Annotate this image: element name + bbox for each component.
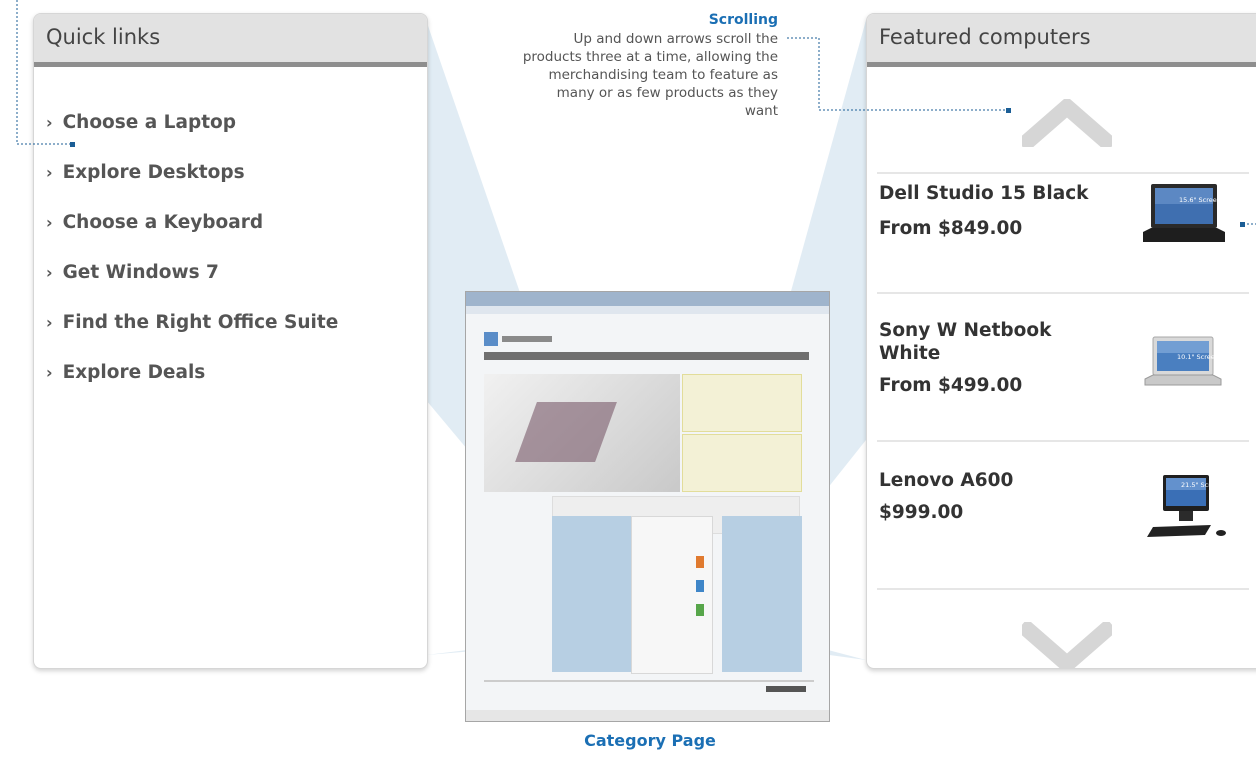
product-price: From $849.00: [879, 218, 1023, 239]
thumb-footer-rule: [484, 680, 814, 682]
laptop-icon: 15.6" Screen: [1143, 184, 1225, 242]
thumb-featured-computers: [722, 516, 802, 672]
chevron-right-icon: ›: [46, 113, 53, 132]
chevron-down-icon: [1022, 622, 1112, 668]
chevron-right-icon: ›: [46, 363, 53, 382]
thumb-product-box: [696, 580, 704, 592]
quick-link-label: Explore Desktops: [62, 162, 245, 183]
callout-description: Up and down arrows scroll the products t…: [522, 31, 778, 119]
quick-link-label: Get Windows 7: [62, 262, 219, 283]
product-name: Lenovo A600: [879, 470, 1014, 491]
quick-link-explore-deals[interactable]: › Explore Deals: [46, 362, 338, 412]
category-page-thumbnail: [465, 291, 830, 722]
quick-link-label: Find the Right Office Suite: [62, 312, 339, 333]
chevron-right-icon: ›: [46, 263, 53, 282]
product-price: $999.00: [879, 502, 964, 523]
product-card-sony-netbook[interactable]: Sony W Netbook White From $499.00 10.1" …: [879, 319, 1256, 459]
featured-computers-header: Featured computers: [867, 14, 1256, 67]
screen-size-label: 10.1" Screen: [1177, 353, 1219, 361]
quick-link-choose-keyboard[interactable]: › Choose a Keyboard: [46, 212, 338, 262]
thumb-status-bar: [466, 710, 829, 721]
product-divider: [877, 172, 1249, 174]
scroll-down-button[interactable]: [867, 604, 1256, 668]
desktop-icon: 21.5" Screen: [1147, 475, 1226, 537]
product-divider: [877, 440, 1249, 442]
thumb-product-box: [696, 604, 704, 616]
quick-link-label: Choose a Keyboard: [62, 212, 264, 233]
scroll-up-button[interactable]: [867, 67, 1256, 167]
featured-computers-panel: Featured computers Dell Studio 15 Black …: [866, 13, 1256, 669]
product-name: Dell Studio 15 Black: [879, 183, 1089, 204]
quick-link-get-windows[interactable]: › Get Windows 7: [46, 262, 338, 312]
thumb-browser-titlebar: [466, 292, 829, 306]
chevron-up-icon: [1022, 99, 1112, 147]
quick-link-office-suite[interactable]: › Find the Right Office Suite: [46, 312, 338, 362]
quick-links-header: Quick links: [34, 14, 427, 67]
callout-title: Scrolling: [708, 12, 778, 28]
product-card-dell-studio[interactable]: Dell Studio 15 Black From $849.00 15.6" …: [879, 182, 1256, 322]
windows-logo-icon: [484, 332, 498, 346]
thumb-product-box: [696, 556, 704, 568]
scrolling-callout: Scrolling Up and down arrows scroll the …: [520, 12, 778, 120]
figure-caption: Category Page: [584, 731, 716, 750]
thumb-store-title: [502, 336, 552, 342]
quick-link-choose-laptop[interactable]: › Choose a Laptop: [46, 112, 338, 162]
screen-size-label: 21.5" Screen: [1181, 481, 1223, 489]
thumb-browser-toolbar: [466, 306, 829, 314]
product-price: From $499.00: [879, 375, 1023, 396]
thumb-nav-bar: [484, 352, 809, 360]
product-name: Sony W Netbook White: [879, 320, 1052, 364]
quick-link-label: Explore Deals: [62, 362, 206, 383]
thumb-microsoft-logo: [766, 686, 806, 692]
product-divider: [877, 292, 1249, 294]
chevron-right-icon: ›: [46, 163, 53, 182]
annotated-diagram: Quick links › Choose a Laptop › Explore De…: [0, 0, 1256, 764]
quick-link-explore-desktops[interactable]: › Explore Desktops: [46, 162, 338, 212]
quick-link-label: Choose a Laptop: [62, 112, 236, 133]
thumb-promo-windows: [682, 434, 802, 492]
thumb-promo-printer: [682, 374, 802, 432]
product-divider: [877, 588, 1249, 590]
netbook-icon: 10.1" Screen: [1144, 336, 1222, 386]
quick-links-panel: Quick links › Choose a Laptop › Explore De…: [33, 13, 428, 669]
chevron-right-icon: ›: [46, 313, 53, 332]
screen-size-label: 15.6" Screen: [1179, 196, 1221, 204]
thumb-featured-software: [631, 516, 713, 674]
quick-links-list: › Choose a Laptop › Explore Desktops › Choo…: [46, 112, 338, 412]
chevron-right-icon: ›: [46, 213, 53, 232]
